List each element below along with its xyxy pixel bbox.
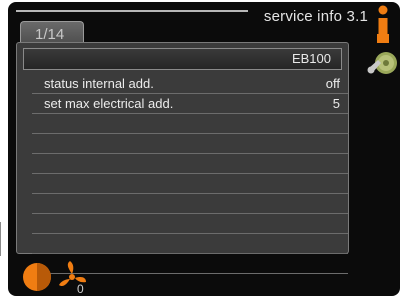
list-item <box>32 174 348 194</box>
page-title: service info 3.1 <box>263 8 368 25</box>
fan-speed-value: 0 <box>77 282 84 296</box>
list-item-value: 5 <box>332 96 340 111</box>
list-item-label: set max electrical add. <box>44 96 174 111</box>
list-item <box>32 194 348 214</box>
list-item-label: status internal add. <box>44 76 154 91</box>
bezel-mark <box>0 222 1 256</box>
list-item <box>32 154 348 174</box>
list-item-status-internal-add[interactable]: status internal add. off <box>32 74 348 94</box>
list-item-value: off <box>325 76 340 91</box>
list-item <box>32 134 348 154</box>
list-item <box>32 214 348 234</box>
list-item-set-max-electrical-add[interactable]: set max electrical add. 5 <box>32 94 348 114</box>
list-item <box>32 114 348 134</box>
list-item <box>32 234 348 254</box>
section-header: EB100 <box>23 48 342 70</box>
heating-icon <box>23 263 51 291</box>
menu-list: status internal add. off set max electri… <box>32 74 348 274</box>
header-divider <box>16 10 248 12</box>
service-tools-icon <box>367 52 397 74</box>
info-icon <box>377 5 389 43</box>
footer-status-icons <box>23 261 86 291</box>
menu-panel: EB100 status internal add. off set max e… <box>16 42 349 274</box>
device-screen: service info 3.1 1/14 EB100 status inter… <box>8 2 400 296</box>
